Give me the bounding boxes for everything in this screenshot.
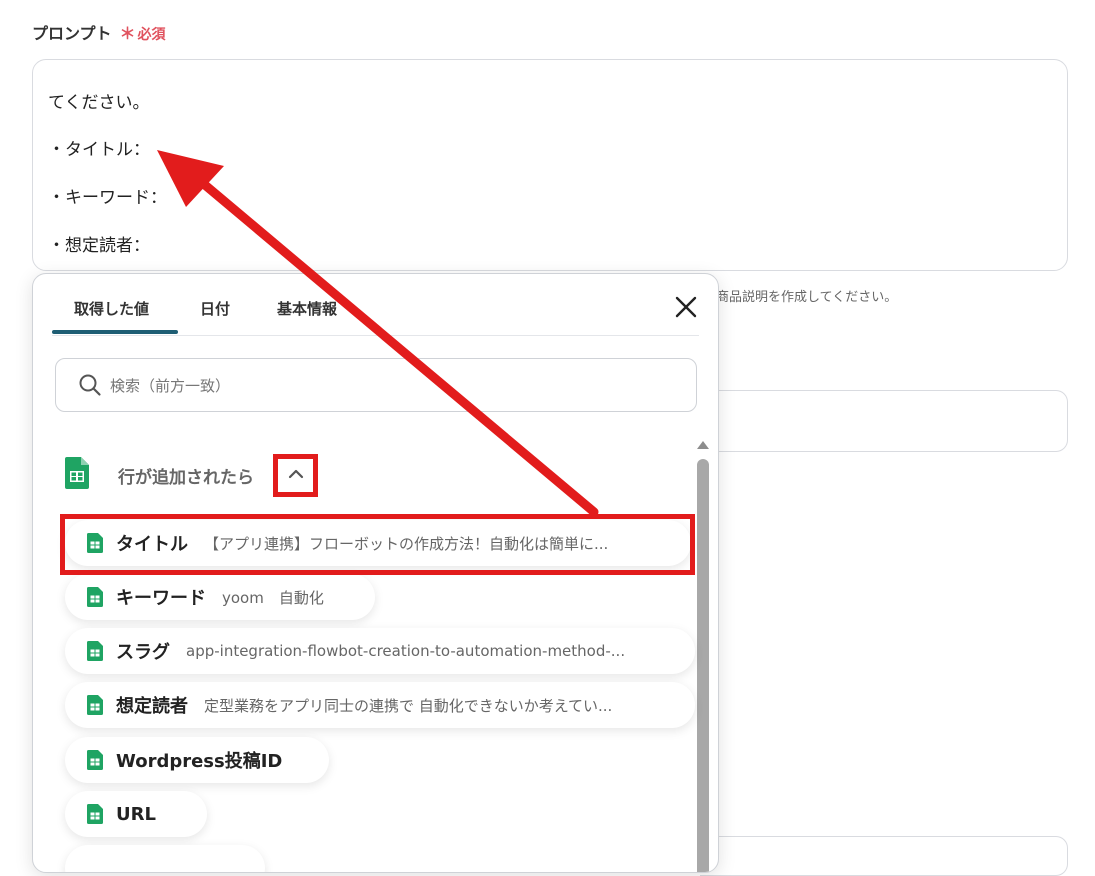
item-name: 想定読者 [116,696,188,717]
chevron-up-icon [288,469,304,479]
scroll-up-arrow[interactable] [697,441,709,449]
required-star: ＊ [119,24,136,43]
tab-basic-info[interactable]: 基本情報 [277,298,337,319]
list-item-keyword[interactable]: キーワード yoom 自動化 [65,574,375,620]
required-text: 必須 [137,27,166,43]
item-name: スラグ [116,642,170,663]
prompt-textarea[interactable]: てください。 ・タイトル： ・キーワード： ・想定読者： [32,59,1068,271]
tab-date[interactable]: 日付 [200,298,230,319]
google-sheets-icon [87,695,103,715]
value-picker-popup: 取得した値 日付 基本情報 行が追加されたら タイトル 【 [32,273,719,873]
item-name: Wordpress投稿ID [116,751,283,772]
list-item-target-reader[interactable]: 想定読者 定型業務をアプリ同士の連携で 自動化できないか考えてい... [65,682,695,728]
close-icon [675,296,697,318]
list-item-title[interactable]: タイトル 【アプリ連携】フローボットの作成方法！自動化は簡単に... [65,520,691,566]
tab-acquired-values[interactable]: 取得した値 [74,298,149,319]
background-input-field[interactable] [700,390,1068,452]
prompt-line: ・想定読者： [48,236,150,256]
search-input[interactable] [108,371,672,401]
google-sheets-icon [87,587,103,607]
search-icon [79,374,101,396]
item-name: タイトル [116,534,188,555]
google-sheets-icon [87,533,103,553]
google-sheets-icon [87,804,103,824]
list-item-url[interactable]: URL [65,791,207,837]
prompt-line: てください。 [48,93,150,113]
prompt-field-label: プロンプト ＊必須 [32,20,166,44]
background-input-field[interactable] [700,836,1068,876]
item-value: 【アプリ連携】フローボットの作成方法！自動化は簡単に... [204,534,609,553]
trigger-section-label: 行が追加されたら [118,468,254,488]
prompt-label-text: プロンプト [32,24,112,43]
prompt-line: ・キーワード： [48,188,167,208]
active-tab-indicator [52,330,178,334]
list-item-slug[interactable]: スラグ app-integration-flowbot-creation-to-… [65,628,695,674]
prompt-line: ・タイトル： [48,140,150,160]
list-item[interactable] [65,845,265,872]
close-button[interactable] [673,294,699,320]
list-item-wordpress-post-id[interactable]: Wordpress投稿ID [65,737,329,783]
google-sheets-icon [65,457,89,489]
google-sheets-icon [87,750,103,770]
item-value: yoom 自動化 [222,588,324,607]
collapse-section-button[interactable] [282,460,310,488]
item-value: 定型業務をアプリ同士の連携で 自動化できないか考えてい... [204,696,613,715]
prompt-help-text: 商品説明を作成してください。 [716,290,898,305]
tab-divider [52,335,699,336]
item-name: URL [116,803,156,825]
item-value: app-integration-flowbot-creation-to-auto… [186,642,626,660]
item-name: キーワード [116,588,206,609]
scrollbar-thumb[interactable] [697,459,709,872]
google-sheets-icon [87,641,103,661]
search-box [55,358,697,412]
